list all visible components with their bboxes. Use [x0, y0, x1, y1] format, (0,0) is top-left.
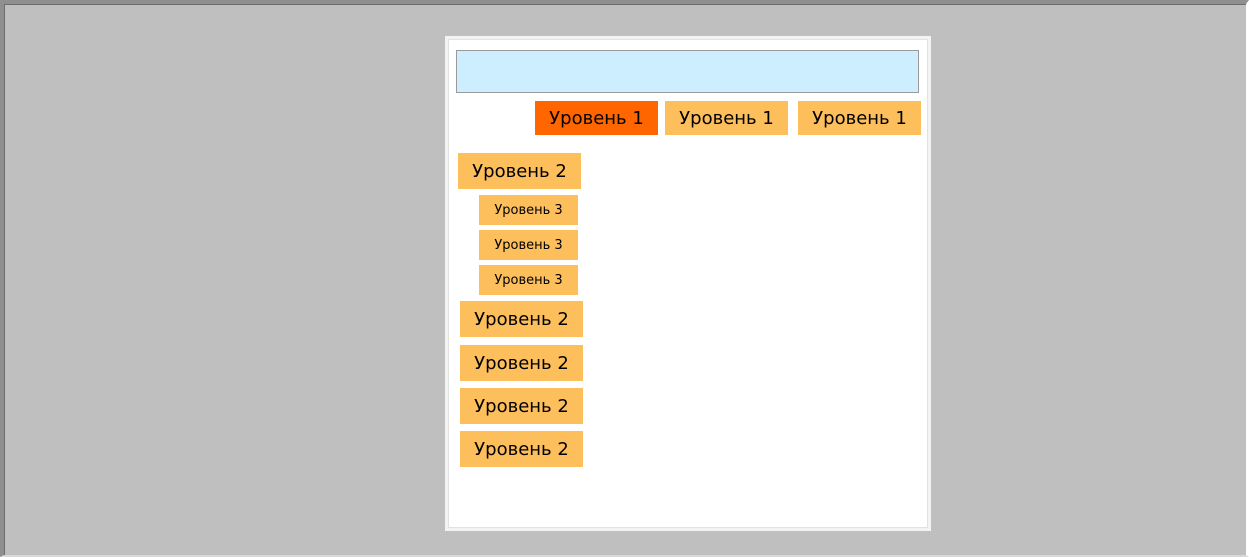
level2-item-1[interactable]: Уровень 2 — [458, 153, 581, 189]
level3-item-3[interactable]: Уровень 3 — [479, 265, 578, 295]
page-viewport: Уровень 1 Уровень 1 Уровень 1 Уровень 2 … — [0, 0, 1249, 557]
level3-item-2[interactable]: Уровень 3 — [479, 230, 578, 260]
level1-item-1[interactable]: Уровень 1 — [535, 101, 658, 135]
level2-item-2[interactable]: Уровень 2 — [460, 301, 583, 337]
level3-item-1[interactable]: Уровень 3 — [479, 195, 578, 225]
level2-item-4[interactable]: Уровень 2 — [460, 388, 583, 424]
level2-item-3[interactable]: Уровень 2 — [460, 345, 583, 381]
menu-panel: Уровень 1 Уровень 1 Уровень 1 Уровень 2 … — [445, 36, 931, 531]
header-bar — [456, 50, 919, 93]
level1-item-2[interactable]: Уровень 1 — [665, 101, 788, 135]
level2-item-5[interactable]: Уровень 2 — [460, 431, 583, 467]
level1-item-3[interactable]: Уровень 1 — [798, 101, 921, 135]
